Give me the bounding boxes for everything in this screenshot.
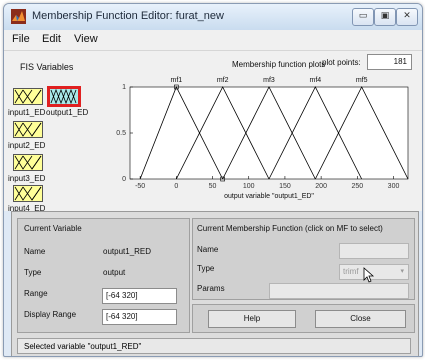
- menu-view[interactable]: View: [74, 33, 98, 45]
- range-label: Range: [24, 289, 48, 298]
- help-button[interactable]: Help: [208, 310, 296, 328]
- minimize-button[interactable]: ▭: [352, 8, 374, 26]
- input1-mf-icon: [14, 89, 42, 104]
- title-bar[interactable]: Membership Function Editor: furat_new ▭ …: [4, 4, 422, 30]
- x-tick-label: 100: [243, 183, 255, 190]
- mf-label-mf2: mf2: [217, 77, 229, 84]
- plot-heading: Membership function plots: [232, 60, 326, 69]
- x-tick-label: 300: [388, 183, 400, 190]
- menu-bar: File Edit View: [4, 30, 422, 51]
- current-mf-panel: Current Membership Function (click on MF…: [192, 218, 415, 300]
- x-tick-label: 50: [209, 183, 217, 190]
- mf-name-label: Name: [197, 245, 219, 254]
- y-tick-label: 0.5: [116, 130, 126, 137]
- input2-variable-box[interactable]: [13, 121, 43, 138]
- chevron-down-icon: ▾: [400, 268, 404, 275]
- display-range-input[interactable]: [-64 320]: [102, 309, 177, 325]
- x-tick-label: 250: [351, 183, 363, 190]
- x-tick-label: -50: [135, 183, 145, 190]
- x-tick-label: 150: [279, 183, 291, 190]
- input3-mf-icon: [14, 155, 42, 170]
- lower-panel: Current Variable Name output1_RED Type o…: [11, 211, 419, 356]
- menu-file[interactable]: File: [12, 33, 30, 45]
- plot-area: [129, 86, 409, 180]
- close-button[interactable]: Close: [315, 310, 406, 328]
- output1-mf-icon: [50, 88, 77, 105]
- input1-label: input1_ED: [8, 108, 46, 117]
- current-mf-heading: Current Membership Function (click on MF…: [197, 224, 383, 233]
- mf-editor-window: Membership Function Editor: furat_new ▭ …: [3, 3, 423, 357]
- x-tick-label: 0: [174, 183, 178, 190]
- plot-points-input[interactable]: 181: [367, 54, 412, 70]
- button-bar: Help Close: [192, 304, 415, 333]
- variable-type-label: Type: [24, 268, 42, 277]
- current-variable-heading: Current Variable: [24, 224, 82, 233]
- mf-label-mf4: mf4: [309, 77, 321, 84]
- x-axis-label: output variable "output1_ED": [224, 193, 314, 200]
- maximize-icon: ▣: [380, 11, 390, 21]
- y-tick-label: 1: [122, 84, 126, 91]
- range-value: [-64 320]: [106, 291, 138, 300]
- status-bar: Selected variable "output1_RED": [17, 338, 411, 354]
- mf-type-label: Type: [197, 264, 215, 273]
- mf-label-mf3: mf3: [263, 77, 275, 84]
- variable-name-label: Name: [24, 247, 46, 256]
- input1-variable-box[interactable]: [13, 88, 43, 105]
- close-window-button[interactable]: ✕: [396, 8, 418, 26]
- display-range-value: [-64 320]: [106, 312, 138, 321]
- close-icon: ✕: [403, 11, 411, 21]
- fis-variables-heading: FIS Variables: [20, 62, 74, 72]
- mf-label-mf5: mf5: [356, 77, 368, 84]
- mf-type-value: trimf: [343, 267, 359, 276]
- x-tick-label: 200: [315, 183, 327, 190]
- mf-plot[interactable]: -50 0 50 100 150 200 250 300 0 0.5 1 mf1 mf2 mf3 mf4 mf…: [112, 71, 416, 211]
- minimize-icon: ▭: [358, 11, 368, 21]
- params-input[interactable]: [269, 283, 409, 299]
- plot-points-label: plot points:: [322, 58, 361, 67]
- mouse-cursor-icon: [363, 267, 375, 283]
- input2-mf-icon: [14, 122, 42, 137]
- input3-label: input3_ED: [8, 174, 46, 183]
- input2-label: input2_ED: [8, 141, 46, 150]
- input4-variable-box[interactable]: [13, 185, 43, 202]
- range-input[interactable]: [-64 320]: [102, 288, 177, 304]
- variable-type-value: output: [103, 268, 126, 277]
- variable-name-value: output1_RED: [103, 247, 152, 256]
- menu-edit[interactable]: Edit: [42, 33, 61, 45]
- window-title: Membership Function Editor: furat_new: [32, 10, 224, 22]
- params-label: Params: [197, 284, 225, 293]
- upper-area: FIS Variables input1_ED output1_ED input…: [4, 51, 422, 213]
- matlab-app-icon: [11, 9, 26, 24]
- input4-mf-icon: [14, 186, 42, 201]
- current-variable-panel: Current Variable Name output1_RED Type o…: [17, 218, 190, 333]
- input3-variable-box[interactable]: [13, 154, 43, 171]
- maximize-button[interactable]: ▣: [374, 8, 396, 26]
- mf-name-input[interactable]: [339, 243, 409, 259]
- mf-label-mf1: mf1: [170, 77, 182, 84]
- output1-label: output1_ED: [46, 108, 89, 117]
- y-tick-label: 0: [122, 176, 126, 183]
- output1-variable-box[interactable]: [47, 86, 81, 107]
- display-range-label: Display Range: [24, 310, 77, 319]
- plot-points-value: 181: [393, 57, 407, 66]
